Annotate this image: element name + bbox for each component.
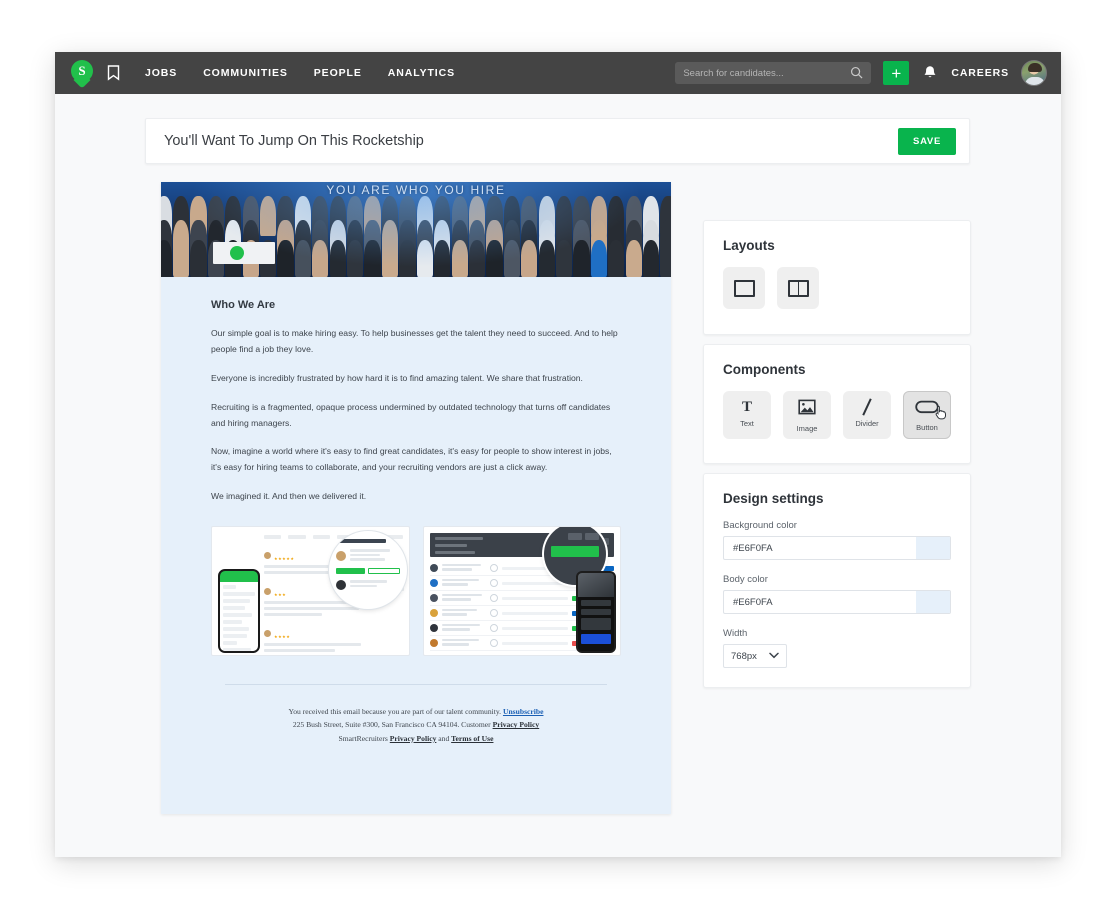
page-title: You'll Want To Jump On This Rocketship (164, 133, 424, 149)
email-preview-canvas[interactable]: YOU ARE WHO YOU HIRE Who We Are Our simp… (161, 182, 671, 814)
background-color-input[interactable] (724, 542, 916, 554)
width-select-value: 768px (731, 650, 757, 662)
nav-link-analytics[interactable]: ANALYTICS (388, 67, 455, 79)
two-column-icon (787, 279, 809, 297)
components-panel: Components T Text Image Divider Button (703, 344, 971, 464)
primary-nav-links: JOBS COMMUNITIES PEOPLE ANALYTICS (145, 67, 455, 79)
component-image-label: Image (796, 424, 818, 433)
avatar[interactable] (1021, 60, 1047, 86)
hero-company-banner (213, 242, 275, 264)
nav-link-jobs[interactable]: JOBS (145, 67, 177, 79)
component-text-label: Text (740, 419, 754, 428)
footer-line-community: You received this email because you are … (203, 705, 629, 718)
nav-link-people[interactable]: PEOPLE (314, 67, 362, 79)
bookmark-icon[interactable] (103, 61, 123, 85)
email-section-heading: Who We Are (211, 299, 276, 311)
divider-icon (858, 398, 876, 416)
search-input[interactable] (683, 67, 864, 79)
smartrecruiters-privacy-policy-link[interactable]: Privacy Policy (390, 734, 437, 743)
layout-single-column[interactable] (723, 267, 765, 309)
unsubscribe-link[interactable]: Unsubscribe (503, 707, 544, 716)
footer-line-address: 225 Bush Street, Suite #300, San Francis… (203, 718, 629, 731)
hero-banner-image[interactable]: YOU ARE WHO YOU HIRE (161, 182, 671, 277)
email-footer: You received this email because you are … (161, 656, 671, 745)
create-new-button[interactable]: + (883, 61, 910, 85)
component-text[interactable]: T Text (723, 391, 771, 439)
search-icon (850, 66, 863, 84)
footer-divider (225, 684, 607, 686)
product-screenshot-collaboration[interactable]: ★★★★★ ★★★ ★★★★ (211, 526, 410, 657)
background-color-field[interactable] (723, 536, 951, 560)
component-button[interactable]: Button (903, 391, 951, 439)
components-tile-row: T Text Image Divider Button (704, 377, 970, 439)
design-settings-panel: Design settings Background color Body co… (703, 473, 971, 688)
product-screenshot-candidate-list[interactable] (422, 526, 621, 657)
design-settings-title: Design settings (723, 491, 824, 506)
body-color-input[interactable] (724, 596, 916, 608)
footer-text-address: 225 Bush Street, Suite #300, San Francis… (292, 720, 493, 730)
app-window: S JOBS COMMUNITIES PEOPLE ANALYTICS Sear… (55, 52, 1061, 857)
product-screenshots-row: ★★★★★ ★★★ ★★★★ (161, 518, 671, 657)
background-color-swatch[interactable] (916, 537, 950, 559)
layouts-panel: Layouts (703, 220, 971, 335)
footer-text-smartrecruiters: SmartRecruiters (338, 733, 390, 743)
component-image[interactable]: Image (783, 391, 831, 439)
email-body-text-block[interactable]: Who We Are Our simple goal is to make hi… (161, 277, 671, 505)
body-color-field[interactable] (723, 590, 951, 614)
footer-text-and: and (436, 733, 452, 743)
screenshot-mobile-phone (218, 569, 260, 654)
editor-area: YOU ARE WHO YOU HIRE Who We Are Our simp… (55, 158, 1061, 857)
layouts-panel-title: Layouts (723, 238, 775, 253)
search-box[interactable] (675, 62, 872, 84)
component-divider[interactable]: Divider (843, 391, 891, 439)
component-divider-label: Divider (855, 419, 879, 428)
single-column-icon (733, 279, 755, 297)
top-navigation-bar: S JOBS COMMUNITIES PEOPLE ANALYTICS Sear… (55, 52, 1061, 94)
email-paragraph: Our simple goal is to make hiring easy. … (211, 328, 618, 354)
footer-text-community: You received this email because you are … (288, 707, 503, 717)
nav-link-communities[interactable]: COMMUNITIES (203, 67, 288, 79)
layout-two-column[interactable] (777, 267, 819, 309)
customer-privacy-policy-link[interactable]: Privacy Policy (493, 720, 540, 729)
cursor-pointer-icon (935, 405, 948, 425)
email-paragraph: Now, imagine a world where it's easy to … (211, 446, 612, 473)
logo-letter: S (78, 63, 86, 78)
text-icon: T (741, 399, 752, 415)
image-icon (798, 398, 816, 421)
email-paragraph: Everyone is incredibly frustrated by how… (211, 372, 583, 383)
layouts-tile-row (704, 253, 970, 309)
width-label: Width (723, 628, 748, 639)
width-select[interactable]: 768px (723, 644, 787, 668)
hero-headline-text: YOU ARE WHO YOU HIRE (326, 183, 506, 197)
email-paragraph: Recruiting is a fragmented, opaque proce… (211, 401, 611, 428)
components-panel-title: Components (723, 362, 806, 377)
terms-of-use-link[interactable]: Terms of Use (451, 734, 493, 743)
nav-right-cluster: + CAREERS (675, 60, 1047, 86)
body-color-swatch[interactable] (916, 591, 950, 613)
chevron-down-icon (769, 651, 779, 662)
screenshot-mobile-phone (576, 571, 616, 654)
screenshot-magnifier-interviews (328, 531, 407, 610)
footer-line-legal: SmartRecruiters Privacy Policy and Terms… (203, 732, 629, 745)
save-button[interactable]: SAVE (898, 127, 956, 155)
email-paragraph: We imagined it. And then we delivered it… (211, 491, 367, 502)
careers-link[interactable]: CAREERS (951, 67, 1009, 79)
smartrecruiters-logo[interactable]: S (71, 60, 93, 89)
body-color-label: Body color (723, 574, 768, 585)
notifications-bell-icon[interactable] (921, 63, 939, 83)
background-color-label: Background color (723, 520, 797, 531)
